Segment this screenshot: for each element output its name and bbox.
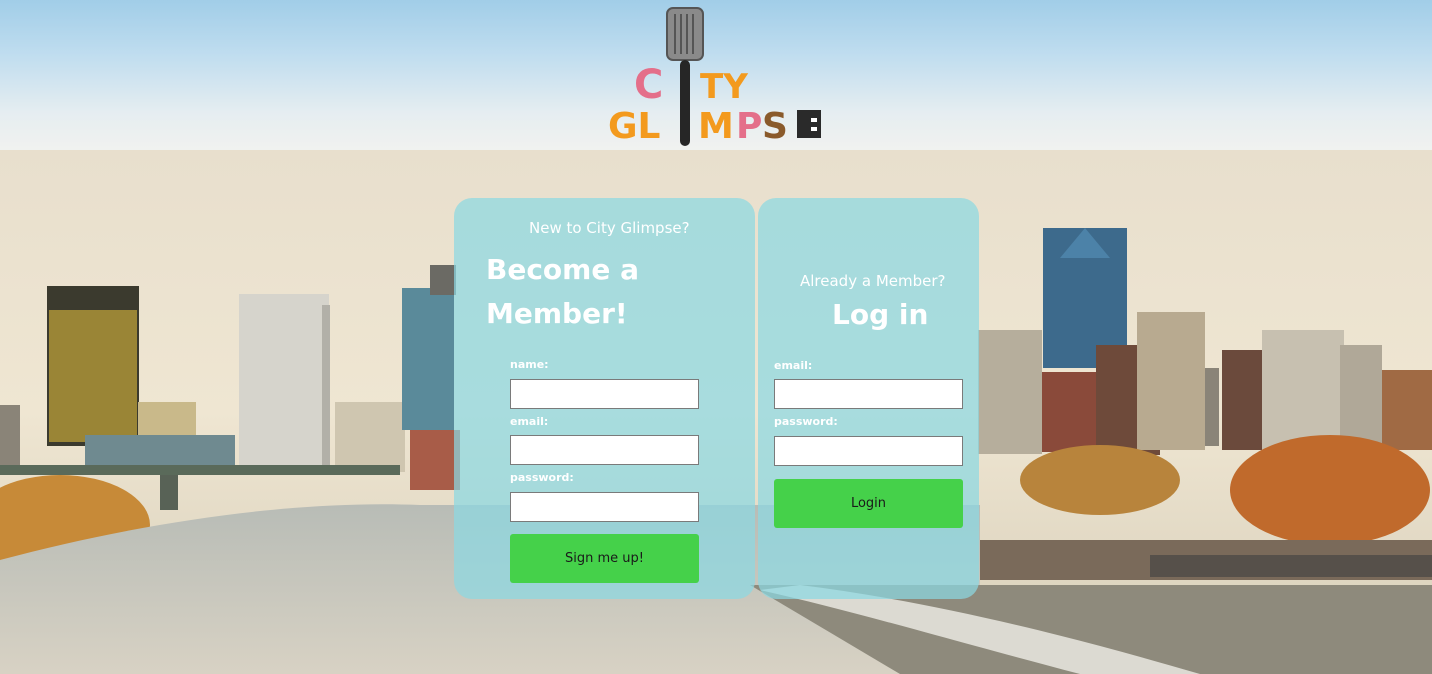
login-password-label: password: [774,415,838,428]
signup-password-input[interactable] [510,492,699,522]
signup-email-input[interactable] [510,435,699,465]
signup-headline-line1: Become a [486,253,639,286]
login-email-input[interactable] [774,379,963,409]
svg-text:C: C [634,62,663,108]
signup-email-label: email: [510,415,549,428]
city-glimpse-logo[interactable]: C TY GL M P S [604,6,828,152]
signup-submit-button[interactable]: Sign me up! [510,534,699,583]
signup-headline-line2: Member! [486,297,628,330]
login-password-input[interactable] [774,436,963,466]
signup-password-label: password: [510,471,574,484]
svg-text:P: P [736,106,762,147]
svg-text:M: M [698,106,734,147]
login-email-label: email: [774,359,813,372]
login-submit-button[interactable]: Login [774,479,963,528]
signup-card: New to City Glimpse? Become a Member! na… [454,198,755,599]
signup-name-label: name: [510,358,549,371]
signup-eyebrow: New to City Glimpse? [529,219,690,237]
svg-text:GL: GL [608,106,661,147]
svg-text:S: S [762,106,788,147]
login-headline: Log in [832,298,929,331]
login-card: Already a Member? Log in email: password… [758,198,979,599]
login-eyebrow: Already a Member? [800,272,946,290]
svg-text:TY: TY [700,67,748,107]
signup-name-input[interactable] [510,379,699,409]
signup-headline: Become a Member! [486,248,639,336]
